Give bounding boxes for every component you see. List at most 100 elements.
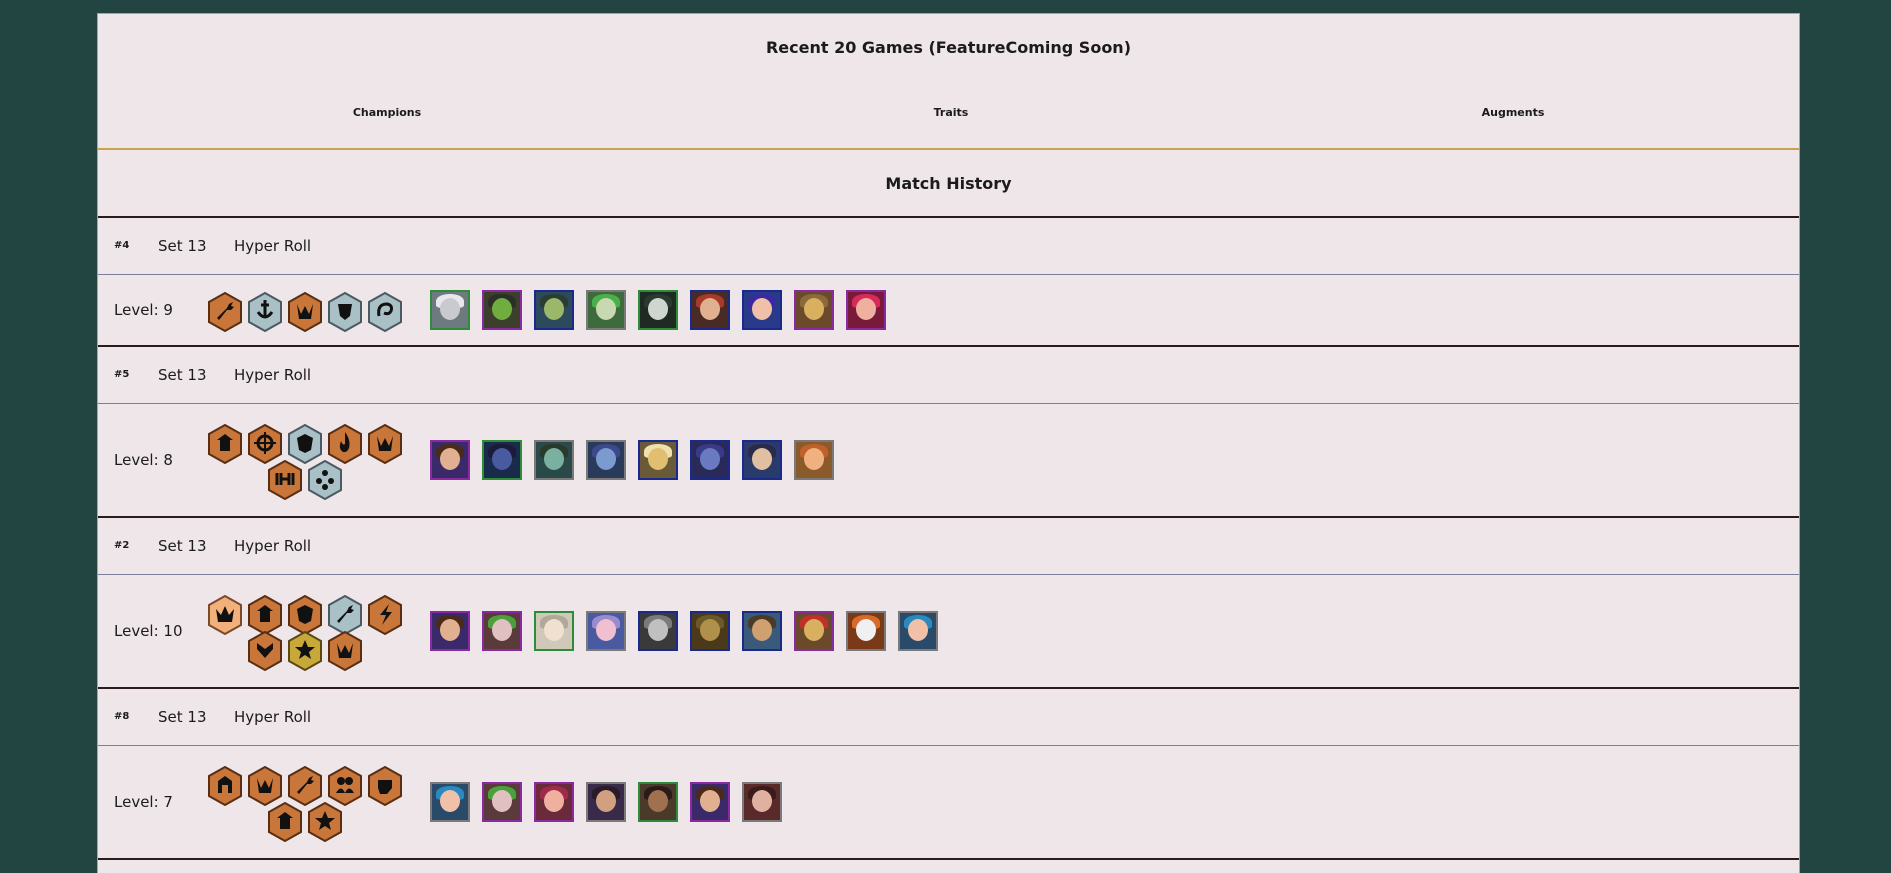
- player-level: Level: 10: [114, 622, 183, 640]
- match-header: #5 Set 13 Hyper Roll: [98, 347, 1799, 404]
- bolt-trait-icon[interactable]: [367, 595, 403, 635]
- champion-portrait[interactable]: [794, 611, 834, 651]
- match-list: #4 Set 13 Hyper Roll Level: 9 #5 Set 13 Hyper …: [98, 218, 1799, 860]
- champion-portrait[interactable]: [794, 440, 834, 480]
- champion-portrait[interactable]: [534, 611, 574, 651]
- set-label: Set 13: [158, 708, 207, 726]
- champion-list: [430, 290, 898, 330]
- match-body: Level: 8: [98, 404, 1799, 518]
- champion-portrait[interactable]: [586, 290, 626, 330]
- crown-trait-icon[interactable]: [207, 595, 243, 635]
- champion-portrait[interactable]: [586, 440, 626, 480]
- placement: #5: [114, 368, 130, 380]
- crest-trait-icon[interactable]: [367, 424, 403, 464]
- flame-trait-icon[interactable]: [327, 424, 363, 464]
- champion-portrait[interactable]: [690, 611, 730, 651]
- champion-portrait[interactable]: [534, 782, 574, 822]
- placement: #8: [114, 710, 130, 722]
- summary-title: Recent 20 Games (FeatureComing Soon): [765, 38, 1132, 57]
- match-body: Level: 9: [98, 275, 1799, 347]
- set-label: Set 13: [158, 237, 207, 255]
- champion-portrait[interactable]: [638, 611, 678, 651]
- crest-trait-icon[interactable]: [327, 631, 363, 671]
- champion-portrait[interactable]: [534, 290, 574, 330]
- set-label: Set 13: [158, 537, 207, 555]
- champion-list: [430, 440, 846, 480]
- trait-list: [200, 424, 410, 500]
- anchor-trait-icon[interactable]: [247, 292, 283, 332]
- player-level: Level: 8: [114, 451, 173, 469]
- placement: #2: [114, 539, 130, 551]
- champion-portrait[interactable]: [742, 290, 782, 330]
- match-header: #4 Set 13 Hyper Roll: [98, 218, 1799, 275]
- champion-portrait[interactable]: [898, 611, 938, 651]
- champion-list: [430, 611, 950, 651]
- wrench-trait-icon[interactable]: [287, 766, 323, 806]
- player-level: Level: 7: [114, 793, 173, 811]
- game-mode: Hyper Roll: [234, 237, 312, 255]
- champion-portrait[interactable]: [430, 290, 470, 330]
- crest-trait-icon[interactable]: [247, 766, 283, 806]
- tab-champions[interactable]: Champions: [353, 106, 421, 119]
- bastion-trait-icon[interactable]: [267, 802, 303, 842]
- champion-portrait[interactable]: [430, 440, 470, 480]
- mask-trait-icon[interactable]: [287, 424, 323, 464]
- champion-portrait[interactable]: [430, 782, 470, 822]
- swirl-trait-icon[interactable]: [367, 292, 403, 332]
- bastion-trait-icon[interactable]: [247, 595, 283, 635]
- fist-trait-icon[interactable]: [367, 766, 403, 806]
- crest-trait-icon[interactable]: [287, 292, 323, 332]
- champion-portrait[interactable]: [586, 782, 626, 822]
- bastion-trait-icon[interactable]: [207, 424, 243, 464]
- mask-trait-icon[interactable]: [287, 595, 323, 635]
- champion-portrait[interactable]: [638, 782, 678, 822]
- champion-portrait[interactable]: [846, 290, 886, 330]
- match-header: #2 Set 13 Hyper Roll: [98, 518, 1799, 575]
- game-mode: Hyper Roll: [234, 708, 312, 726]
- trait-list: [200, 595, 410, 671]
- chevron-trait-icon[interactable]: [247, 631, 283, 671]
- orb-trait-icon[interactable]: [307, 460, 343, 500]
- champion-portrait[interactable]: [482, 290, 522, 330]
- stats-panel: Recent 20 Games (FeatureComing Soon) Cha…: [97, 13, 1800, 873]
- game-mode: Hyper Roll: [234, 537, 312, 555]
- wrench-trait-icon[interactable]: [207, 292, 243, 332]
- champion-portrait[interactable]: [534, 440, 574, 480]
- champion-portrait[interactable]: [482, 611, 522, 651]
- game-mode: Hyper Roll: [234, 366, 312, 384]
- dumbbell-trait-icon[interactable]: [267, 460, 303, 500]
- star-trait-icon[interactable]: [287, 631, 323, 671]
- champion-portrait[interactable]: [586, 611, 626, 651]
- shield-trait-icon[interactable]: [327, 292, 363, 332]
- tab-augments[interactable]: Augments: [1482, 106, 1545, 119]
- champion-portrait[interactable]: [742, 611, 782, 651]
- player-level: Level: 9: [114, 301, 173, 319]
- champion-portrait[interactable]: [638, 290, 678, 330]
- champion-portrait[interactable]: [482, 440, 522, 480]
- champion-portrait[interactable]: [690, 440, 730, 480]
- match-header: #8 Set 13 Hyper Roll: [98, 689, 1799, 746]
- champion-portrait[interactable]: [638, 440, 678, 480]
- placement: #4: [114, 239, 130, 251]
- champion-portrait[interactable]: [846, 611, 886, 651]
- champion-portrait[interactable]: [482, 782, 522, 822]
- match-body: Level: 7: [98, 746, 1799, 860]
- star-trait-icon[interactable]: [307, 802, 343, 842]
- champion-portrait[interactable]: [742, 440, 782, 480]
- tab-traits[interactable]: Traits: [934, 106, 969, 119]
- wrench-trait-icon[interactable]: [327, 595, 363, 635]
- trait-list: [200, 766, 410, 842]
- gate-trait-icon[interactable]: [207, 766, 243, 806]
- champion-portrait[interactable]: [430, 611, 470, 651]
- champion-portrait[interactable]: [794, 290, 834, 330]
- match-history-title: Match History: [98, 150, 1799, 218]
- champion-portrait[interactable]: [742, 782, 782, 822]
- duo-trait-icon[interactable]: [327, 766, 363, 806]
- set-label: Set 13: [158, 366, 207, 384]
- match-body: Level: 10: [98, 575, 1799, 689]
- champion-portrait[interactable]: [690, 290, 730, 330]
- trait-list: [200, 292, 410, 332]
- crosshair-trait-icon[interactable]: [247, 424, 283, 464]
- recent-games-summary: Recent 20 Games (FeatureComing Soon) Cha…: [98, 14, 1799, 150]
- champion-portrait[interactable]: [690, 782, 730, 822]
